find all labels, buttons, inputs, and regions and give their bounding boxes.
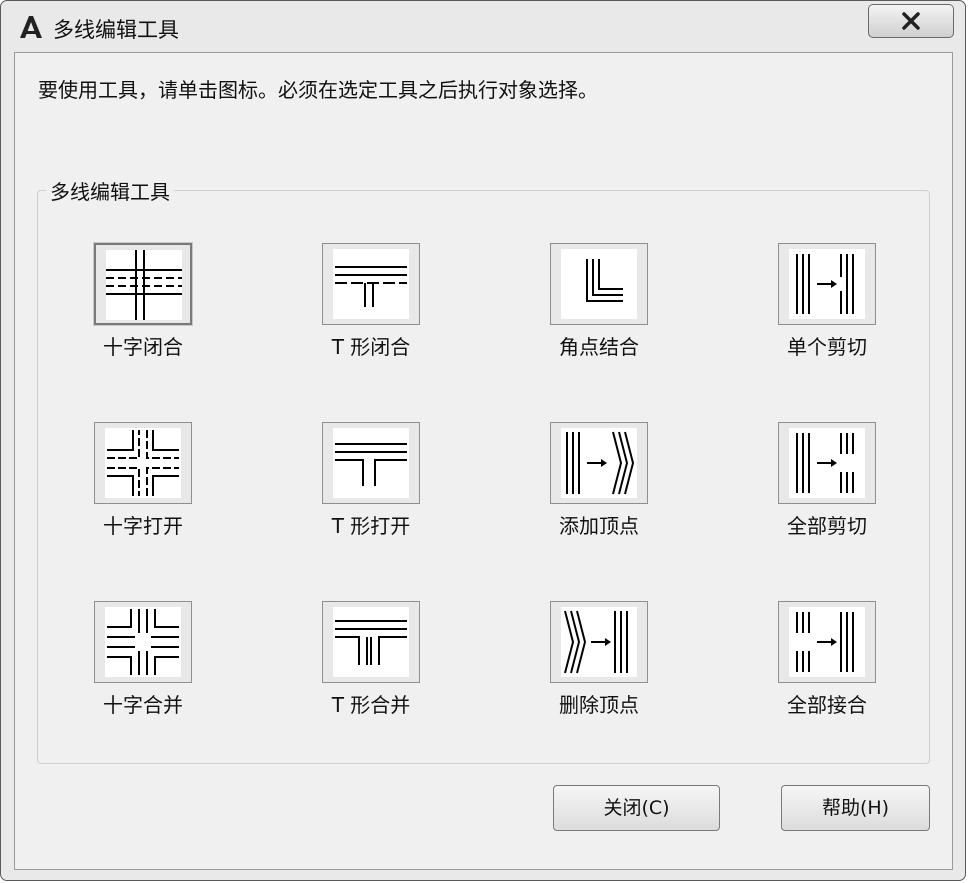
tool-label-cut-single: 单个剪切 xyxy=(787,335,867,359)
group-label: 多线编辑工具 xyxy=(46,176,174,205)
tool-closed-tee[interactable] xyxy=(322,243,420,325)
window-title: 多线编辑工具 xyxy=(53,18,179,42)
tool-open-tee[interactable] xyxy=(322,422,420,504)
tool-weld-all[interactable] xyxy=(778,601,876,683)
tool-label-open-tee: T 形打开 xyxy=(331,514,411,538)
dialog-body: 要使用工具，请单击图标。必须在选定工具之后执行对象选择。 多线编辑工具 十字闭合 xyxy=(14,52,953,870)
tool-add-vertex[interactable] xyxy=(550,422,648,504)
tools-groupbox: 多线编辑工具 十字闭合 T 形闭合 角点结合 单个剪切 十字打开 T 形打开 添… xyxy=(37,176,930,764)
open-tee-icon xyxy=(335,443,407,486)
merged-cross-icon xyxy=(107,609,179,675)
corner-joint-icon xyxy=(586,259,623,302)
open-cross-icon xyxy=(107,430,179,496)
tool-label-merged-cross: 十字合并 xyxy=(103,693,183,717)
close-button[interactable]: 关闭(C) xyxy=(553,785,720,831)
help-button[interactable]: 帮助(H) xyxy=(781,785,930,831)
tool-corner-joint[interactable] xyxy=(550,243,648,325)
tool-label-delete-vertex: 删除顶点 xyxy=(559,693,639,717)
close-icon xyxy=(902,12,920,30)
autocad-icon xyxy=(17,13,45,41)
closed-cross-icon xyxy=(106,250,182,320)
tool-label-closed-tee: T 形闭合 xyxy=(331,335,411,359)
tool-label-open-cross: 十字打开 xyxy=(103,514,183,538)
instruction-text: 要使用工具，请单击图标。必须在选定工具之后执行对象选择。 xyxy=(38,78,598,102)
cut-all-icon xyxy=(796,433,854,493)
tool-label-add-vertex: 添加顶点 xyxy=(559,514,639,538)
tool-label-closed-cross: 十字闭合 xyxy=(103,335,183,359)
add-vertex-icon xyxy=(566,431,635,495)
weld-all-icon xyxy=(796,612,854,672)
tool-open-cross[interactable] xyxy=(94,422,192,504)
tool-merged-tee[interactable] xyxy=(322,601,420,683)
tool-merged-cross[interactable] xyxy=(94,601,192,683)
window-close-button[interactable] xyxy=(868,4,954,38)
title-bar: 多线编辑工具 xyxy=(1,1,965,53)
tool-label-cut-all: 全部剪切 xyxy=(787,514,867,538)
delete-vertex-icon xyxy=(564,610,628,674)
tool-cut-single[interactable] xyxy=(778,243,876,325)
cut-single-icon xyxy=(796,254,854,314)
merged-tee-icon xyxy=(335,620,407,665)
tool-label-corner-joint: 角点结合 xyxy=(559,335,639,359)
tool-label-merged-tee: T 形合并 xyxy=(331,693,411,717)
tool-delete-vertex[interactable] xyxy=(550,601,648,683)
multiline-edit-dialog: 多线编辑工具 要使用工具，请单击图标。必须在选定工具之后执行对象选择。 多线编辑… xyxy=(0,0,966,881)
tool-label-weld-all: 全部接合 xyxy=(787,693,867,717)
tool-closed-cross[interactable] xyxy=(94,243,192,325)
tool-cut-all[interactable] xyxy=(778,422,876,504)
closed-tee-icon xyxy=(335,266,407,307)
